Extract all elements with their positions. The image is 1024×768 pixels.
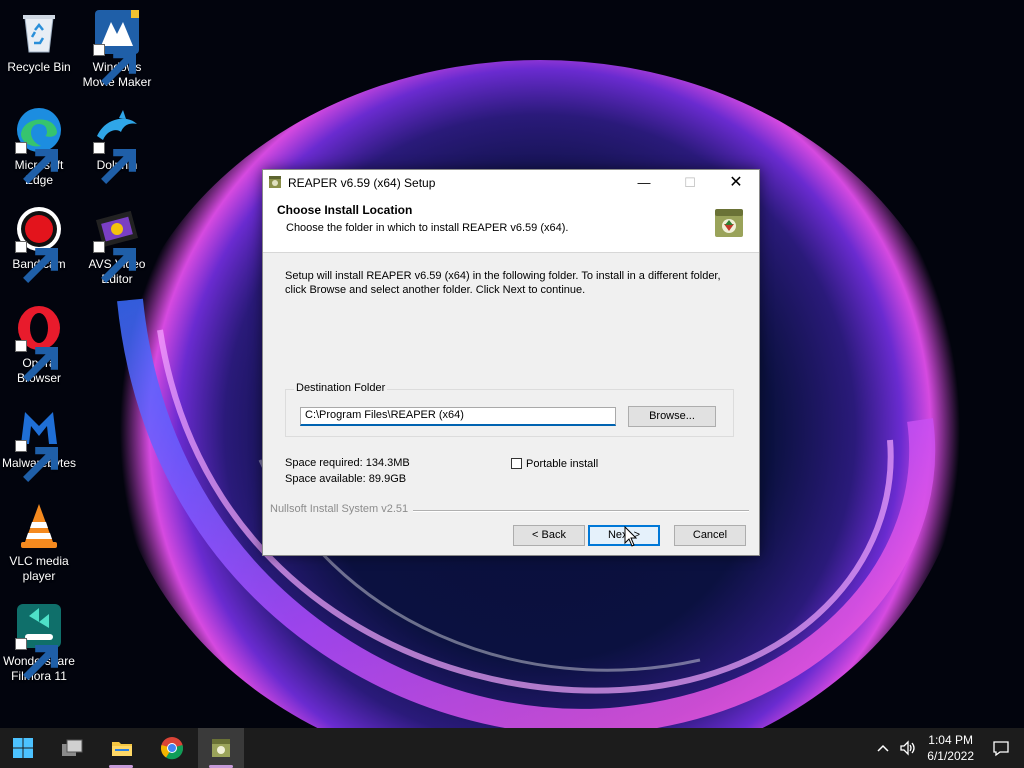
desktop-icon-label: VLC media player <box>9 554 69 583</box>
portable-install-checkbox[interactable]: Portable install <box>511 458 598 470</box>
notification-icon <box>993 741 1009 757</box>
shortcut-arrow-icon <box>93 142 136 184</box>
mouse-cursor-icon <box>624 526 638 547</box>
desktop-icon-dolphin[interactable]: Dolphin <box>78 106 156 184</box>
page-title: Choose Install Location <box>277 203 413 217</box>
desktop-icon-malwarebytes[interactable]: Malwarebytes <box>0 404 78 482</box>
vlc-icon <box>15 502 63 550</box>
desktop-icon-bandicam[interactable]: Bandicam <box>0 205 78 283</box>
shortcut-arrow-icon <box>93 44 136 86</box>
bandicam-icon <box>15 205 63 283</box>
notifications-button[interactable] <box>991 738 1011 758</box>
reaper-installer-icon <box>715 209 743 237</box>
destination-folder-legend: Destination Folder <box>294 382 388 394</box>
nsis-branding: Nullsoft Install System v2.51 <box>270 503 409 515</box>
show-hidden-icons-button[interactable] <box>873 738 893 758</box>
desktop-icon-label: Recycle Bin <box>7 60 71 74</box>
malwarebytes-icon <box>15 404 63 482</box>
shortcut-arrow-icon <box>15 142 58 184</box>
chrome-icon <box>160 737 184 760</box>
avs-video-editor-icon <box>93 205 141 283</box>
title-bar[interactable]: REAPER v6.59 (x64) Setup — ☐ ✕ <box>263 170 759 195</box>
browse-button[interactable]: Browse... <box>628 406 716 427</box>
space-available-text: Space available: 89.9GB <box>285 473 407 485</box>
taskbar-chrome[interactable] <box>151 728 191 768</box>
start-button[interactable] <box>2 728 42 768</box>
destination-path-input[interactable]: C:\Program Files\REAPER (x64) <box>300 407 616 426</box>
page-body: Setup will install REAPER v6.59 (x64) in… <box>263 253 759 556</box>
clock-date: 6/1/2022 <box>927 749 974 763</box>
desktop-icon-windows-movie-maker[interactable]: Windows Movie Maker <box>78 8 156 90</box>
dolphin-icon <box>93 106 141 184</box>
shortcut-arrow-icon <box>15 340 58 382</box>
shortcut-arrow-icon <box>15 638 58 680</box>
chevron-up-icon <box>877 744 889 752</box>
nsis-divider <box>413 510 749 512</box>
installer-window: REAPER v6.59 (x64) Setup — ☐ ✕ Choose In… <box>262 169 760 556</box>
space-required-text: Space required: 134.3MB <box>285 457 410 469</box>
window-title: REAPER v6.59 (x64) Setup <box>288 176 436 190</box>
reaper-app-icon <box>269 176 281 188</box>
taskbar-file-explorer[interactable] <box>101 728 141 768</box>
file-explorer-icon <box>112 742 132 756</box>
taskbar: 1:04 PM 6/1/2022 <box>0 728 1024 768</box>
clock-time: 1:04 PM <box>928 733 973 747</box>
recycle-bin-icon <box>15 8 63 56</box>
back-button[interactable]: < Back <box>513 525 585 546</box>
taskbar-clock[interactable]: 1:04 PM 6/1/2022 <box>927 732 974 764</box>
page-subtitle: Choose the folder in which to install RE… <box>286 222 569 234</box>
opera-icon <box>15 304 63 382</box>
minimize-button[interactable]: — <box>621 170 667 195</box>
filmora-icon <box>15 602 63 680</box>
shortcut-arrow-icon <box>93 241 136 283</box>
portable-install-label: Portable install <box>526 458 599 470</box>
cancel-button[interactable]: Cancel <box>674 525 746 546</box>
checkbox-box[interactable] <box>511 458 522 469</box>
taskbar-reaper-setup[interactable] <box>198 728 244 768</box>
destination-folder-group: Destination Folder C:\Program Files\REAP… <box>285 382 734 437</box>
task-view-button[interactable] <box>51 728 91 768</box>
volume-button[interactable] <box>898 738 918 758</box>
maximize-button: ☐ <box>684 175 696 190</box>
desktop-icon-wondershare-filmora[interactable]: Wondershare Filmora 11 <box>0 602 78 684</box>
desktop-icon-vlc-media-player[interactable]: VLC media player <box>0 502 78 584</box>
desktop-icon-avs-video-editor[interactable]: AVS Video Editor <box>78 205 156 287</box>
speaker-icon <box>900 740 915 756</box>
shortcut-arrow-icon <box>15 241 58 283</box>
page-header: Choose Install Location Choose the folde… <box>263 195 759 253</box>
intro-text: Setup will install REAPER v6.59 (x64) in… <box>285 270 721 296</box>
desktop-icon-opera-browser[interactable]: Opera Browser <box>0 304 78 386</box>
desktop-icon-microsoft-edge[interactable]: Microsoft Edge <box>0 106 78 188</box>
desktop-icon-recycle-bin[interactable]: Recycle Bin <box>0 8 78 75</box>
task-view-icon <box>62 739 83 756</box>
close-button[interactable]: ✕ <box>713 170 759 195</box>
shortcut-arrow-icon <box>15 440 58 482</box>
edge-icon <box>15 106 63 184</box>
reaper-setup-icon <box>212 739 230 757</box>
start-icon <box>13 738 33 758</box>
movie-maker-icon <box>93 8 141 86</box>
